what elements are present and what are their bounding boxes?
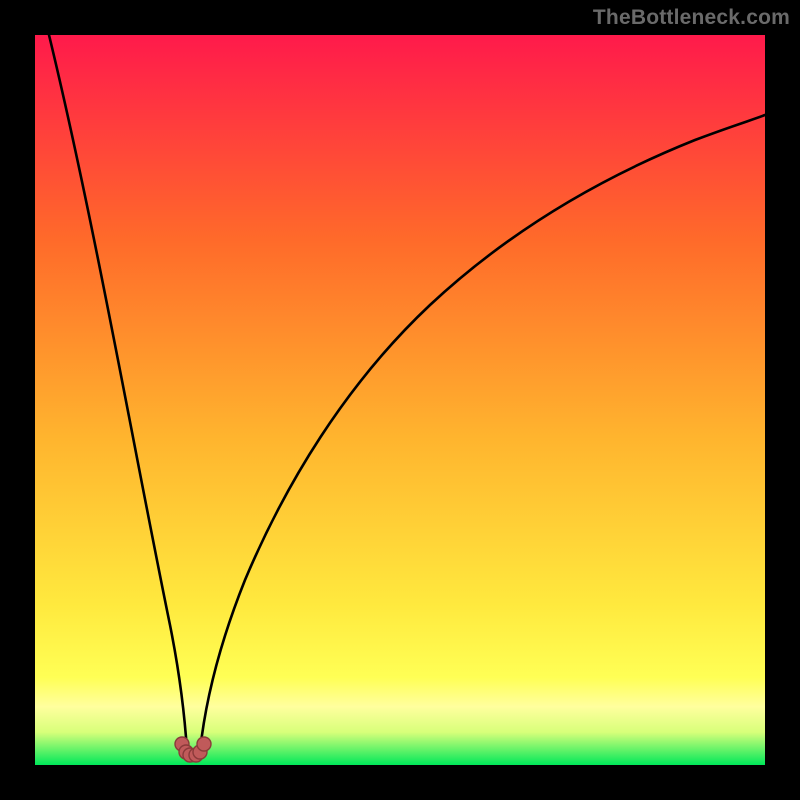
plot-svg	[35, 35, 765, 765]
chart-stage: TheBottleneck.com	[0, 0, 800, 800]
gradient-background	[35, 35, 765, 765]
plot-area	[35, 35, 765, 765]
watermark-text: TheBottleneck.com	[593, 6, 790, 30]
